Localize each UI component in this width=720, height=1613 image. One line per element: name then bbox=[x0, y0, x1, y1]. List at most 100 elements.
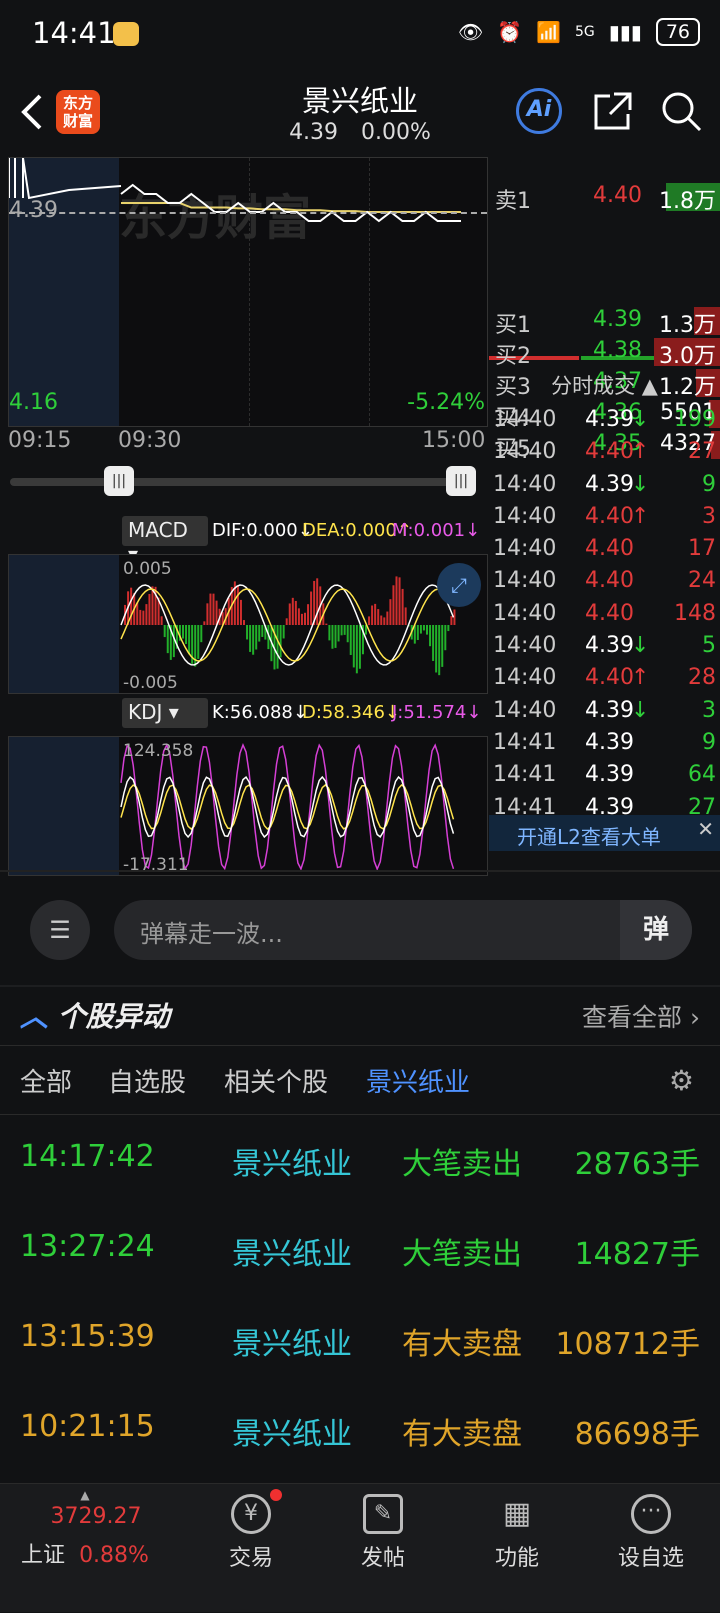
trade-row: 14:41 4.39 9 bbox=[489, 728, 720, 760]
macd-bar bbox=[243, 620, 245, 625]
yen-icon: ¥ bbox=[231, 1489, 282, 1534]
danmu-input[interactable]: 弹幕走一波... 弹 bbox=[114, 900, 692, 960]
trade-time: 14:41 bbox=[493, 762, 557, 788]
event-stock: 景兴纸业 bbox=[232, 1327, 352, 1362]
macd-bar bbox=[203, 621, 206, 625]
bottom-nav: ▲ 3729.27 上证 0.88% ¥ 交易 ✎ 发帖 ▦ 功能 ··· 设自… bbox=[0, 1483, 720, 1612]
trade-price: 4.39 bbox=[585, 762, 634, 788]
macd-bar bbox=[279, 625, 282, 658]
l2-banner[interactable]: 开通L2查看大单 ✕ bbox=[489, 815, 720, 851]
event-tab[interactable]: 全部 bbox=[20, 1062, 72, 1099]
kdj-selector[interactable]: KDJ ▾ bbox=[122, 698, 208, 728]
macd-bar bbox=[349, 625, 352, 655]
trades-title[interactable]: 分时成交 ▲ bbox=[489, 370, 720, 400]
events-title[interactable]: ︿ 个股异动 bbox=[20, 995, 170, 1035]
buy-price: 4.39 bbox=[593, 307, 642, 332]
expand-icon[interactable]: ⤢ bbox=[437, 563, 481, 607]
nav-watchlist[interactable]: ··· 设自选 bbox=[586, 1484, 716, 1613]
macd-bar bbox=[310, 591, 313, 625]
macd-bar bbox=[386, 611, 389, 625]
danmu-placeholder: 弹幕走一波... bbox=[140, 920, 283, 948]
range-slider-left-handle[interactable]: ||| bbox=[104, 466, 134, 496]
macd-m: M:0.001↓ bbox=[392, 520, 481, 541]
nav-trade[interactable]: ¥ 交易 bbox=[186, 1484, 316, 1613]
trade-list[interactable]: 14:40 4.39 ↓ 199 14:40 4.40 ↑ 27 14:40 4.3… bbox=[489, 405, 720, 825]
index-ticker[interactable]: ▲ 3729.27 上证 0.88% bbox=[20, 1484, 150, 1613]
kdj-top-label: 124.358 bbox=[123, 741, 194, 761]
time-label-0915: 09:15 bbox=[8, 428, 72, 453]
prev-close-line bbox=[9, 212, 487, 214]
edit-icon: ✎ bbox=[363, 1494, 403, 1534]
search-icon[interactable] bbox=[658, 88, 704, 134]
macd-bar bbox=[331, 625, 334, 649]
macd-bar bbox=[441, 625, 444, 667]
event-row[interactable]: 13:15:39 景兴纸业 有大卖盘 108712手 bbox=[0, 1294, 720, 1384]
event-tab[interactable]: 自选股 bbox=[108, 1062, 186, 1099]
event-volume: 108712手 bbox=[555, 1327, 700, 1362]
event-stock: 景兴纸业 bbox=[232, 1147, 352, 1182]
macd-panel[interactable]: 0.005 -0.005 ⤢ bbox=[8, 554, 488, 694]
nav-post[interactable]: ✎ 发帖 bbox=[318, 1484, 448, 1613]
trade-time: 14:40 bbox=[493, 665, 557, 691]
event-row[interactable]: 14:17:42 景兴纸业 大笔卖出 28763手 bbox=[0, 1114, 720, 1204]
macd-bar bbox=[334, 625, 337, 648]
macd-selector[interactable]: MACD ▾ bbox=[122, 516, 208, 566]
macd-bar bbox=[239, 599, 242, 625]
trade-arrow: ↓ bbox=[631, 633, 650, 659]
buy-row[interactable]: 买1 4.39 1.3万 bbox=[489, 305, 720, 338]
ai-label: Ai bbox=[526, 97, 552, 122]
event-row[interactable]: 10:21:15 景兴纸业 有大卖盘 86698手 bbox=[0, 1384, 720, 1474]
l2-banner-text: 开通L2查看大单 bbox=[517, 825, 661, 849]
buy-row[interactable]: 买2 4.38 3.0万 bbox=[489, 336, 720, 369]
trade-vol: 5 bbox=[702, 633, 716, 659]
macd-bar bbox=[282, 625, 285, 639]
ai-assistant-icon[interactable]: Ai bbox=[516, 88, 562, 134]
event-type: 大笔卖出 bbox=[402, 1147, 522, 1182]
chevron-right-icon: › bbox=[690, 1003, 700, 1032]
macd-bar bbox=[288, 603, 291, 625]
event-tab[interactable]: 景兴纸业 bbox=[366, 1062, 470, 1099]
price-label: 4.39 bbox=[9, 198, 58, 223]
sell-row-partial bbox=[489, 155, 720, 181]
macd-bar bbox=[426, 625, 428, 635]
macd-bar bbox=[377, 609, 380, 625]
sell-row-1[interactable]: 卖1 4.40 1.8万 bbox=[489, 181, 720, 214]
share-icon[interactable] bbox=[590, 88, 636, 134]
macd-bar bbox=[185, 625, 188, 644]
trade-row: 14:40 4.40 17 bbox=[489, 534, 720, 566]
trades-title-text: 分时成交 bbox=[551, 374, 636, 398]
event-time: 13:15:39 bbox=[20, 1319, 155, 1354]
danmu-toggle-label: 弹 bbox=[642, 915, 669, 945]
macd-bar bbox=[261, 625, 264, 637]
range-slider-right-handle[interactable]: ||| bbox=[446, 466, 476, 496]
trade-price: 4.40 bbox=[585, 600, 634, 626]
settings-gear-icon[interactable]: ⚙ bbox=[669, 1064, 694, 1097]
view-all-link[interactable]: 查看全部 › bbox=[582, 998, 700, 1034]
range-slider-track[interactable] bbox=[10, 478, 476, 486]
trade-vol: 3 bbox=[702, 503, 716, 529]
signal-icon: ▮▮▮ bbox=[608, 20, 642, 44]
nav-functions[interactable]: ▦ 功能 bbox=[452, 1484, 582, 1613]
close-icon[interactable]: ✕ bbox=[697, 817, 714, 841]
kdj-panel[interactable]: 124.358 -17.311 bbox=[8, 736, 488, 876]
avg-price-line bbox=[121, 202, 461, 213]
buy-label: 买1 bbox=[495, 313, 531, 338]
intraday-chart[interactable]: 东方财富 4.39 4.16 -5.24% bbox=[8, 157, 488, 427]
buy-price: 4.38 bbox=[593, 338, 642, 363]
trade-row: 14:40 4.40 24 bbox=[489, 566, 720, 598]
event-tab[interactable]: 相关个股 bbox=[224, 1062, 328, 1099]
macd-bar bbox=[316, 578, 319, 625]
macd-bar bbox=[438, 625, 441, 676]
trade-price: 4.39 bbox=[585, 633, 634, 659]
trade-price: 4.39 bbox=[585, 471, 634, 497]
danmu-toggle-button[interactable]: 弹 bbox=[620, 900, 692, 960]
trade-price: 4.40 bbox=[585, 568, 634, 594]
trade-row: 14:40 4.39 ↓ 9 bbox=[489, 470, 720, 502]
trade-time: 14:40 bbox=[493, 568, 557, 594]
macd-bar bbox=[337, 625, 340, 642]
event-tabs: 全部 自选股 相关个股 景兴纸业 bbox=[0, 1062, 720, 1102]
trade-row: 14:40 4.39 ↓ 5 bbox=[489, 631, 720, 663]
danmu-settings-icon[interactable]: ☰ bbox=[30, 900, 90, 960]
event-row[interactable]: 13:27:24 景兴纸业 大笔卖出 14827手 bbox=[0, 1204, 720, 1294]
macd-bar bbox=[447, 625, 450, 632]
